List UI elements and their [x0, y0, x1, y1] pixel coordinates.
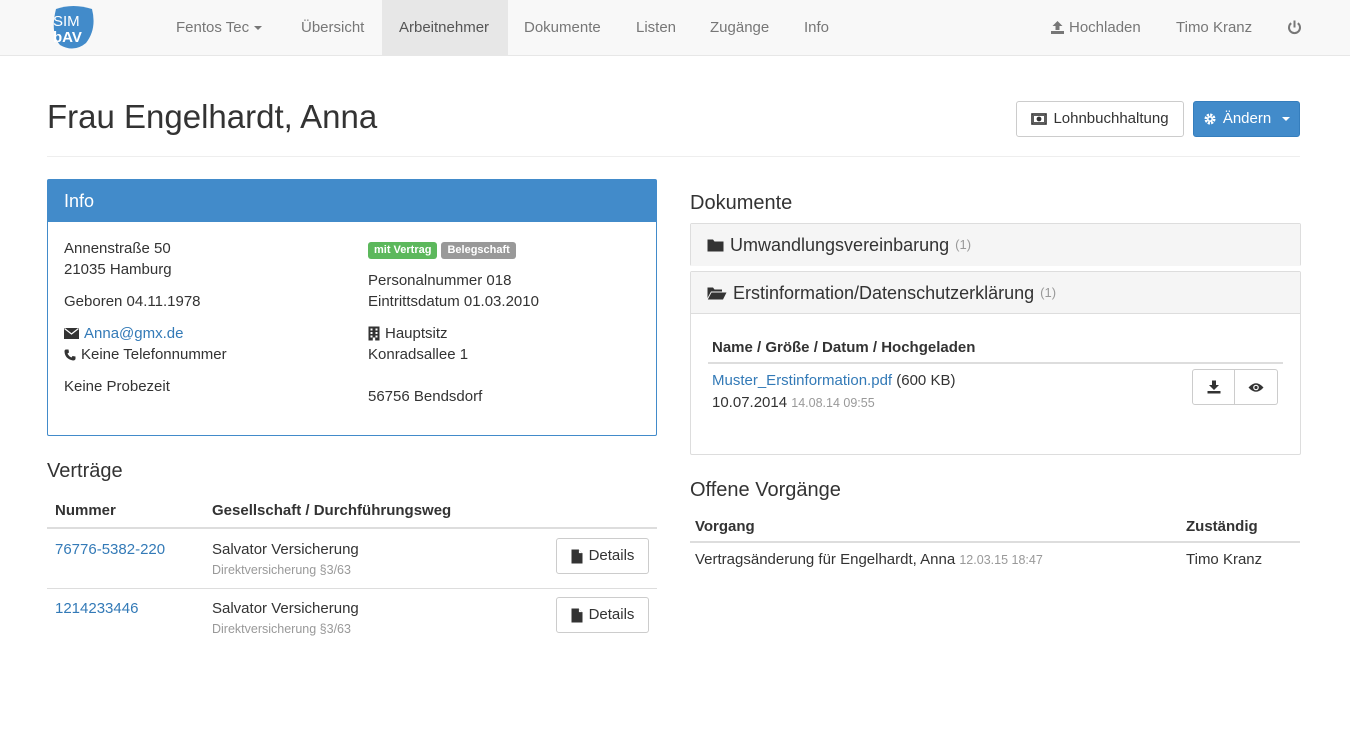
info-badges: mit Vertrag Belegschaft: [368, 242, 516, 259]
info-street: Annenstraße 50: [64, 240, 171, 257]
building-icon: [368, 326, 380, 341]
info-email-row: Anna@gmx.de: [64, 323, 183, 344]
nav-upload[interactable]: Hochladen: [1033, 0, 1158, 55]
badge-staff: Belegschaft: [441, 242, 516, 259]
change-label: Ändern: [1222, 110, 1272, 128]
nav-overview[interactable]: Übersicht: [284, 0, 381, 55]
logo-text-bottom: bAV: [53, 29, 82, 46]
table-divider: [708, 362, 1283, 364]
file-date-row: 10.07.2014 14.08.14 09:55: [712, 392, 875, 413]
caret-down-icon: [1282, 117, 1291, 121]
contract-number-link[interactable]: 76776-5382-220: [55, 539, 165, 560]
nav-company-dropdown[interactable]: Fentos Tec: [159, 0, 279, 55]
folder-count: (1): [955, 237, 972, 252]
info-city: 21035 Hamburg: [64, 261, 172, 278]
payroll-label: Lohnbuchhaltung: [1053, 110, 1169, 128]
info-phone: Keine Telefonnummer: [81, 346, 227, 363]
badge-contract: mit Vertrag: [368, 242, 438, 259]
nav-company-label: Fentos Tec: [176, 19, 250, 36]
caret-down-icon: [254, 26, 263, 31]
contracts-col-company: Gesellschaft / Durchführungsweg: [212, 502, 452, 519]
download-button[interactable]: [1192, 369, 1235, 405]
info-birth: Geboren 04.11.1978: [64, 293, 201, 310]
processes-col-process: Vorgang: [695, 518, 755, 535]
folder-header[interactable]: Erstinformation/Datenschutzerklärung (1): [691, 272, 1300, 314]
power-icon: [1287, 20, 1302, 35]
payroll-button[interactable]: Lohnbuchhaltung: [1016, 101, 1184, 137]
simbav-logo[interactable]: SIM bAV: [50, 5, 96, 51]
info-site-name: Hauptsitz: [385, 325, 448, 342]
info-site-row: Hauptsitz: [368, 323, 448, 344]
process-timestamp: 12.03.15 18:47: [959, 553, 1043, 567]
folder-open-icon: [707, 286, 727, 300]
gear-icon: [1203, 112, 1217, 126]
nav-lists[interactable]: Listen: [619, 0, 693, 55]
info-probation: Keine Probezeit: [64, 378, 170, 395]
file-actions: [1192, 369, 1278, 405]
file-name-row: Muster_Erstinformation.pdf (600 KB): [712, 370, 955, 391]
documents-table-header: Name / Größe / Datum / Hochgeladen: [712, 339, 976, 356]
nav-logout[interactable]: [1270, 0, 1319, 55]
nav-info[interactable]: Info: [787, 0, 846, 55]
contract-type: Direktversicherung §3/63: [212, 563, 351, 577]
processes-col-responsible: Zuständig: [1186, 518, 1258, 535]
info-email-link[interactable]: Anna@gmx.de: [84, 323, 183, 344]
contracts-title: Verträge: [47, 460, 123, 482]
file-icon: [571, 608, 583, 623]
table-divider: [47, 588, 657, 589]
contract-details-button[interactable]: Details: [556, 597, 649, 633]
navbar: SIM bAV Fentos Tec Übersicht Arbeitnehme…: [0, 0, 1350, 56]
view-button[interactable]: [1235, 369, 1278, 405]
process-description-cell: Vertragsänderung für Engelhardt, Anna 12…: [695, 549, 1043, 570]
process-description: Vertragsänderung für Engelhardt, Anna: [695, 551, 956, 568]
contract-company: Salvator Versicherung: [212, 600, 359, 617]
details-label: Details: [588, 547, 635, 565]
file-date: 10.07.2014: [712, 394, 788, 411]
envelope-icon: [64, 328, 79, 340]
folder-icon: [707, 238, 724, 252]
details-label: Details: [588, 606, 635, 624]
upload-label: Hochladen: [1069, 19, 1141, 36]
contract-number-link[interactable]: 1214233446: [55, 598, 138, 619]
info-phone-row: Keine Telefonnummer: [64, 344, 227, 365]
contract-company: Salvator Versicherung: [212, 541, 359, 558]
info-site-city: 56756 Bendsdorf: [368, 388, 483, 405]
file-icon: [571, 549, 583, 564]
folder-header[interactable]: Umwandlungsvereinbarung (1): [691, 224, 1300, 266]
phone-icon: [64, 349, 76, 361]
info-panel-title: Info: [48, 180, 656, 222]
file-uploaded: 14.08.14 09:55: [791, 396, 875, 410]
folder-count: (1): [1040, 284, 1057, 300]
info-personnel-number: Personalnummer 018: [368, 272, 512, 289]
contracts-col-number: Nummer: [55, 502, 116, 519]
upload-icon: [1050, 20, 1065, 35]
download-icon: [1207, 380, 1221, 394]
documents-title: Dokumente: [690, 192, 793, 214]
nav-documents[interactable]: Dokumente: [507, 0, 618, 55]
file-link[interactable]: Muster_Erstinformation.pdf: [712, 372, 892, 389]
page-title: Frau Engelhardt, Anna: [47, 98, 378, 135]
divider: [47, 156, 1300, 157]
logo-text-top: SIM: [53, 13, 80, 30]
contract-type: Direktversicherung §3/63: [212, 622, 351, 636]
process-responsible: Timo Kranz: [1186, 551, 1263, 568]
contract-details-button[interactable]: Details: [556, 538, 649, 574]
folder-name: Umwandlungsvereinbarung: [730, 235, 950, 255]
nav-accesses[interactable]: Zugänge: [693, 0, 786, 55]
folder-name: Erstinformation/Datenschutzerklärung: [733, 282, 1035, 303]
info-entry-date: Eintrittsdatum 01.03.2010: [368, 293, 539, 310]
table-divider: [47, 527, 657, 529]
info-site-street: Konradsallee 1: [368, 346, 469, 363]
file-size: (600 KB): [896, 372, 956, 389]
change-dropdown-button[interactable]: Ändern: [1193, 101, 1300, 137]
processes-title: Offene Vorgänge: [690, 479, 841, 501]
folder-panel[interactable]: Umwandlungsvereinbarung (1): [690, 223, 1301, 266]
money-icon: [1031, 113, 1048, 125]
nav-employees[interactable]: Arbeitnehmer: [382, 0, 508, 55]
table-divider: [690, 541, 1300, 543]
eye-icon: [1248, 382, 1264, 393]
nav-user[interactable]: Timo Kranz: [1159, 0, 1269, 55]
